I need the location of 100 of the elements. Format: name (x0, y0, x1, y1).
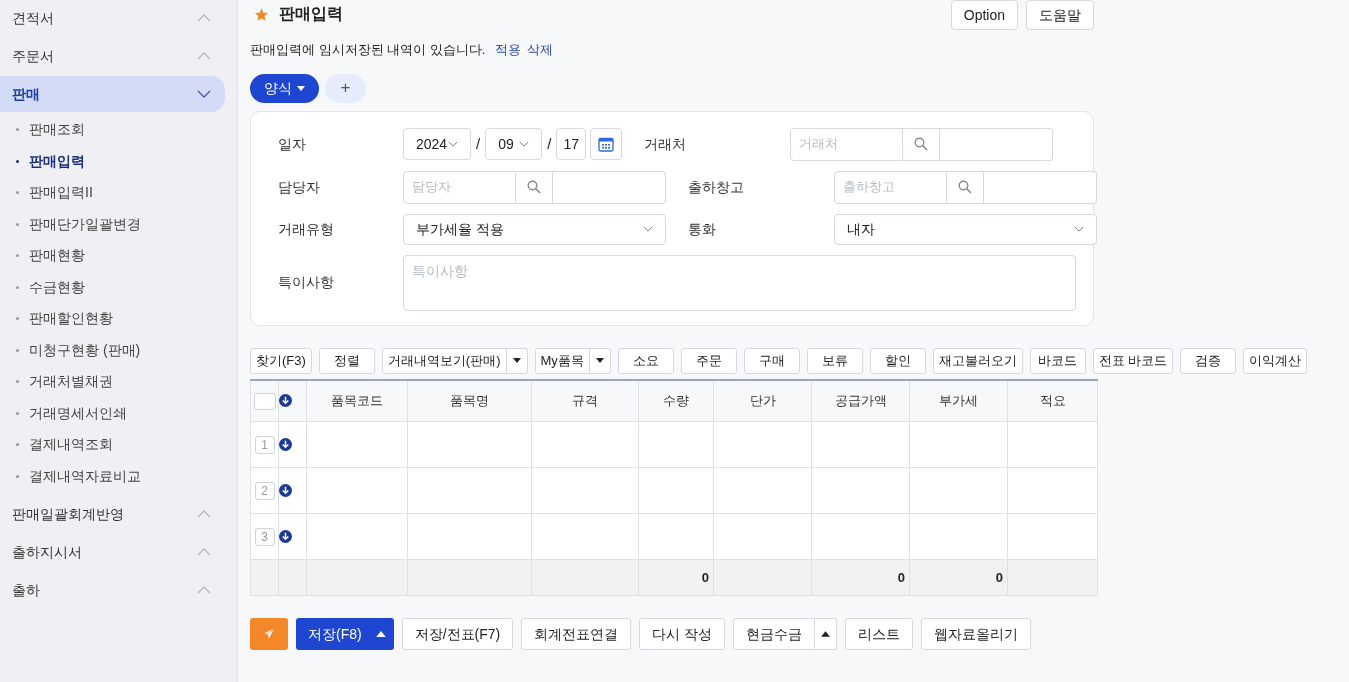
caret-icon (512, 358, 521, 363)
toolbar-button[interactable]: 전표 바코드 (1092, 347, 1174, 374)
date-separator: / (547, 133, 552, 154)
search-icon (958, 180, 972, 194)
chevron-down-icon (519, 140, 530, 148)
sidebar-subitem[interactable]: 판매할인현황 (0, 303, 237, 335)
year-select[interactable]: 2024 (403, 128, 471, 160)
chevron-down-icon (197, 90, 211, 98)
sidebar-subitem[interactable]: 결제내역조회 (0, 429, 237, 461)
toolbar-button[interactable]: 주문 (680, 347, 737, 374)
select-field[interactable]: 내자 (834, 213, 1097, 245)
lookup-field[interactable]: 거래처 (790, 127, 904, 161)
sidebar-subitem[interactable]: 판매입력II (0, 177, 237, 209)
lookup-field[interactable]: 담당자 (403, 170, 516, 204)
toolbar-button[interactable]: 이익계산 (1243, 347, 1308, 374)
action-button[interactable]: 회계전표연결 (521, 618, 632, 650)
header-button[interactable]: Option (950, 0, 1018, 30)
name-field[interactable] (984, 170, 1097, 204)
search-button[interactable] (516, 170, 553, 204)
field-label: 통화 (688, 219, 717, 239)
chevron-up-icon (197, 510, 211, 518)
sidebar-subitem[interactable]: 미청구현황 (판매) (0, 334, 237, 366)
month-select[interactable]: 09 (485, 128, 543, 160)
form-tab[interactable]: 양식 (250, 73, 319, 103)
action-button[interactable]: 리스트 (845, 618, 914, 650)
save-button[interactable]: 저장(F8) (296, 618, 394, 650)
calendar-button[interactable] (590, 128, 623, 160)
download-icon[interactable] (279, 484, 292, 497)
toolbar-button[interactable]: 할인 (869, 347, 926, 374)
dropdown-button[interactable] (589, 347, 611, 374)
name-field[interactable] (553, 170, 666, 204)
dropdown-button[interactable] (815, 618, 838, 650)
download-icon[interactable] (279, 394, 292, 408)
caret-icon (595, 358, 604, 363)
field-label: 거래유형 (278, 219, 335, 239)
sidebar-item[interactable]: 출하 (0, 572, 225, 608)
memo-field[interactable]: 특이사항 (403, 254, 1076, 311)
sidebar-subitem[interactable]: 판매단가일괄변경 (0, 208, 237, 240)
sidebar-subitem[interactable]: 판매입력 (0, 145, 237, 177)
toolbar-button[interactable]: 소요 (617, 347, 674, 374)
toolbar-button[interactable]: 재고불러오기 (932, 347, 1023, 374)
caret-icon (297, 85, 305, 91)
sidebar-subitem[interactable]: 판매조회 (0, 114, 237, 146)
lookup-field[interactable]: 출하창고 (834, 170, 947, 204)
dropdown-button[interactable] (506, 347, 528, 374)
toolbar-button[interactable]: 바코드 (1029, 347, 1086, 374)
day-field[interactable]: 17 (556, 128, 587, 160)
notice-link[interactable]: 적용 (495, 40, 522, 60)
action-button[interactable]: 저장/전표(F7) (401, 618, 514, 650)
sidebar-item[interactable]: 판매 (0, 76, 225, 112)
select-all-checkbox[interactable] (253, 393, 276, 411)
send-button[interactable] (250, 618, 288, 650)
total-value: 0 (701, 569, 709, 585)
sidebar-subitem[interactable]: 거래처별채권 (0, 366, 237, 398)
toolbar-button[interactable]: 구매 (743, 347, 800, 374)
field-label: 출하창고 (688, 177, 745, 197)
search-icon (527, 180, 541, 194)
action-button[interactable]: 웹자료올리기 (921, 618, 1032, 650)
sidebar-subitem[interactable]: 판매현황 (0, 240, 237, 272)
download-icon[interactable] (279, 438, 292, 451)
search-button[interactable] (903, 127, 941, 161)
action-button[interactable]: 다시 작성 (639, 618, 726, 650)
search-icon (914, 137, 929, 151)
chevron-up-icon (197, 52, 211, 60)
download-icon[interactable] (279, 530, 292, 543)
action-button[interactable]: 현금수금 (733, 618, 816, 650)
field-label: 특이사항 (278, 273, 335, 292)
sidebar-item[interactable]: 견적서 (0, 0, 225, 36)
column-header: 부가세 (909, 379, 1008, 422)
sidebar-subitem[interactable]: 거래명세서인쇄 (0, 397, 237, 429)
sidebar-subitem[interactable]: 결제내역자료비교 (0, 460, 237, 492)
toolbar-button[interactable]: 보류 (806, 347, 863, 374)
chevron-up-icon (197, 14, 211, 22)
toolbar-button[interactable]: 거래내역보기(판매) (381, 347, 507, 374)
select-field[interactable]: 부가세율 적용 (403, 213, 666, 245)
sidebar-item[interactable]: 판매일괄회계반영 (0, 496, 225, 532)
header-button[interactable]: 도움말 (1026, 0, 1094, 30)
chevron-down-icon (643, 225, 653, 233)
field-label: 담당자 (278, 177, 321, 197)
chevron-down-icon (448, 140, 458, 148)
column-header: 품목코드 (306, 379, 408, 422)
add-tab-button[interactable]: + (325, 73, 366, 103)
chevron-up-icon (197, 586, 211, 594)
name-field[interactable] (940, 127, 1054, 161)
toolbar-button[interactable]: 찾기(F3) (250, 347, 312, 374)
sidebar-item[interactable]: 출하지시서 (0, 534, 225, 570)
star-icon[interactable] (254, 6, 269, 22)
caret-icon (375, 631, 386, 637)
column-header: 규격 (531, 379, 639, 422)
toolbar-button[interactable]: My품목 (534, 347, 590, 374)
calendar-icon (598, 136, 615, 152)
sidebar-subitem[interactable]: 수금현황 (0, 271, 237, 303)
total-value: 0 (897, 569, 905, 585)
column-header: 공급가액 (811, 379, 910, 422)
search-button[interactable] (947, 170, 984, 204)
toolbar-button[interactable]: 정렬 (318, 347, 375, 374)
notice-link[interactable]: 삭제 (527, 40, 554, 60)
toolbar-button[interactable]: 검증 (1180, 347, 1237, 374)
sidebar-item[interactable]: 주문서 (0, 38, 225, 74)
chevron-down-icon (1074, 225, 1084, 233)
